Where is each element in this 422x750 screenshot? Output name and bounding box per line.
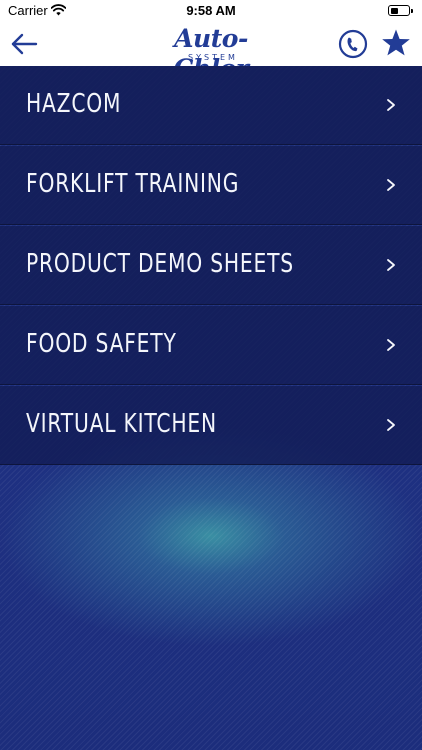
chevron-right-icon	[387, 179, 395, 191]
auto-chlor-logo: Auto-Chlor SYSTEM	[140, 24, 282, 83]
battery-fill	[390, 7, 398, 14]
menu-item-label: FOOD SAFETY	[26, 329, 177, 359]
clock: 9:58 AM	[186, 3, 236, 18]
menu-item-food-safety[interactable]: FOOD SAFETY	[0, 306, 422, 385]
chevron-right-icon	[387, 339, 395, 351]
star-icon	[382, 29, 410, 56]
back-button[interactable]	[8, 30, 40, 58]
battery-icon	[388, 5, 413, 16]
status-bar: Carrier 9:58 AM	[0, 0, 422, 22]
menu-item-label: FORKLIFT TRAINING	[26, 169, 240, 199]
content-area: HAZCOM FORKLIFT TRAINING PRODUCT DEMO SH…	[0, 66, 422, 750]
phone-button[interactable]	[338, 29, 368, 59]
menu-item-label: VIRTUAL KITCHEN	[26, 409, 217, 439]
chevron-right-icon	[387, 419, 395, 431]
chevron-right-icon	[387, 259, 395, 271]
navigation-bar: Auto-Chlor SYSTEM	[0, 22, 422, 83]
menu-item-hazcom[interactable]: HAZCOM	[0, 66, 422, 145]
logo-subtext: SYSTEM	[188, 53, 238, 62]
menu-item-label: PRODUCT DEMO SHEETS	[26, 249, 294, 279]
menu-item-label: HAZCOM	[26, 89, 122, 119]
chevron-right-icon	[387, 99, 395, 111]
menu-item-virtual-kitchen[interactable]: VIRTUAL KITCHEN	[0, 386, 422, 465]
menu-list: HAZCOM FORKLIFT TRAINING PRODUCT DEMO SH…	[0, 66, 422, 466]
menu-item-product-demo-sheets[interactable]: PRODUCT DEMO SHEETS	[0, 226, 422, 305]
menu-item-forklift-training[interactable]: FORKLIFT TRAINING	[0, 146, 422, 225]
favorite-button[interactable]	[380, 27, 412, 59]
arrow-left-icon	[11, 33, 38, 55]
phone-icon	[338, 29, 368, 59]
battery-nub	[411, 9, 413, 13]
